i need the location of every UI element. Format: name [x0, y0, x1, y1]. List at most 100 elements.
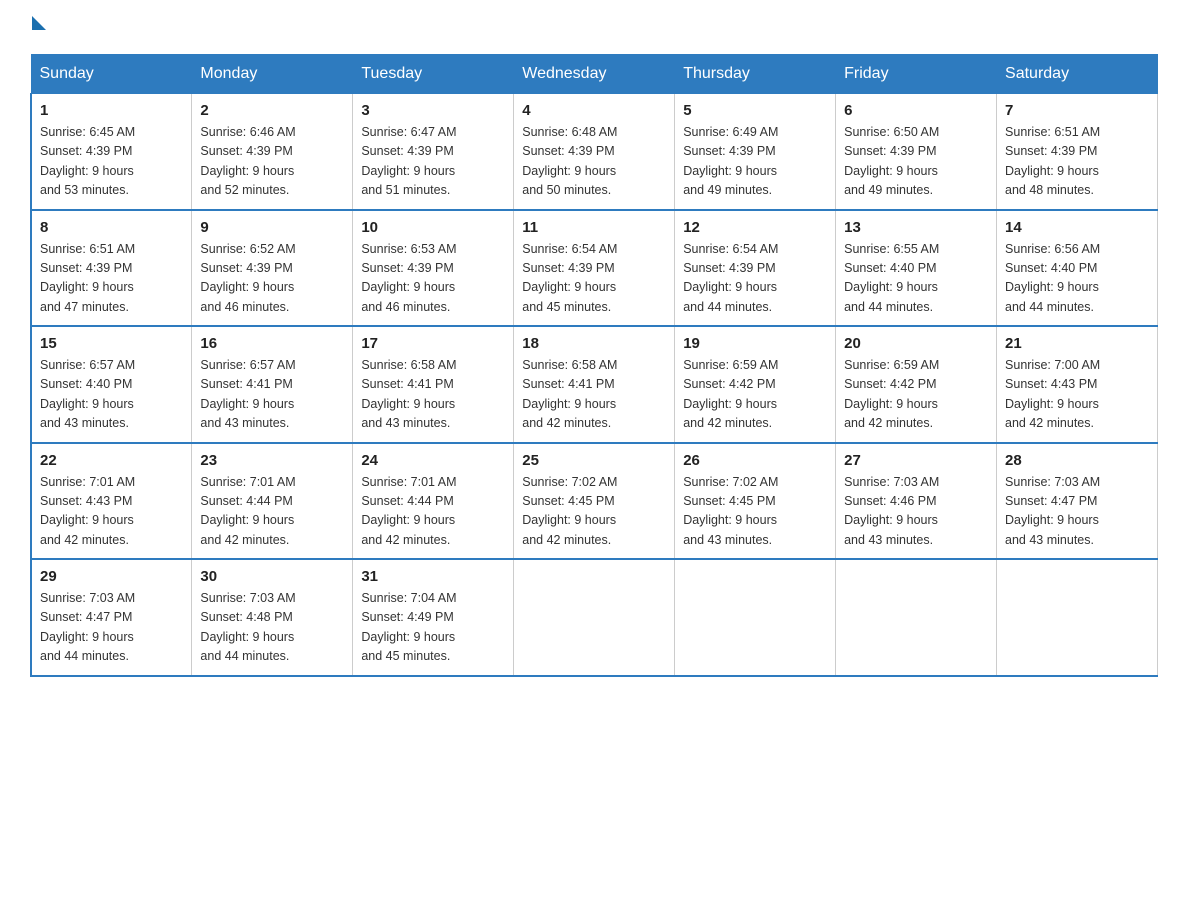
- day-number: 20: [844, 335, 988, 352]
- calendar-cell: 11 Sunrise: 6:54 AMSunset: 4:39 PMDaylig…: [514, 210, 675, 327]
- day-info: Sunrise: 7:03 AMSunset: 4:47 PMDaylight:…: [1005, 473, 1149, 551]
- calendar-header-row: SundayMondayTuesdayWednesdayThursdayFrid…: [31, 55, 1158, 94]
- calendar-cell: 24 Sunrise: 7:01 AMSunset: 4:44 PMDaylig…: [353, 443, 514, 560]
- calendar-cell: [836, 559, 997, 676]
- day-number: 5: [683, 102, 827, 119]
- calendar-cell: 23 Sunrise: 7:01 AMSunset: 4:44 PMDaylig…: [192, 443, 353, 560]
- day-number: 15: [40, 335, 183, 352]
- col-header-monday: Monday: [192, 55, 353, 94]
- calendar-week-row: 22 Sunrise: 7:01 AMSunset: 4:43 PMDaylig…: [31, 443, 1158, 560]
- day-info: Sunrise: 6:50 AMSunset: 4:39 PMDaylight:…: [844, 123, 988, 201]
- day-number: 29: [40, 568, 183, 585]
- col-header-thursday: Thursday: [675, 55, 836, 94]
- calendar-cell: 29 Sunrise: 7:03 AMSunset: 4:47 PMDaylig…: [31, 559, 192, 676]
- day-info: Sunrise: 6:47 AMSunset: 4:39 PMDaylight:…: [361, 123, 505, 201]
- day-number: 4: [522, 102, 666, 119]
- calendar-cell: 13 Sunrise: 6:55 AMSunset: 4:40 PMDaylig…: [836, 210, 997, 327]
- calendar-cell: 14 Sunrise: 6:56 AMSunset: 4:40 PMDaylig…: [997, 210, 1158, 327]
- day-number: 24: [361, 452, 505, 469]
- day-info: Sunrise: 6:51 AMSunset: 4:39 PMDaylight:…: [1005, 123, 1149, 201]
- day-number: 23: [200, 452, 344, 469]
- calendar-cell: [997, 559, 1158, 676]
- day-number: 3: [361, 102, 505, 119]
- calendar-cell: 20 Sunrise: 6:59 AMSunset: 4:42 PMDaylig…: [836, 326, 997, 443]
- calendar-cell: 8 Sunrise: 6:51 AMSunset: 4:39 PMDayligh…: [31, 210, 192, 327]
- calendar-cell: 15 Sunrise: 6:57 AMSunset: 4:40 PMDaylig…: [31, 326, 192, 443]
- day-number: 19: [683, 335, 827, 352]
- day-number: 25: [522, 452, 666, 469]
- calendar-cell: 28 Sunrise: 7:03 AMSunset: 4:47 PMDaylig…: [997, 443, 1158, 560]
- col-header-saturday: Saturday: [997, 55, 1158, 94]
- calendar-cell: 21 Sunrise: 7:00 AMSunset: 4:43 PMDaylig…: [997, 326, 1158, 443]
- day-number: 27: [844, 452, 988, 469]
- calendar-cell: [514, 559, 675, 676]
- day-info: Sunrise: 7:03 AMSunset: 4:46 PMDaylight:…: [844, 473, 988, 551]
- day-info: Sunrise: 7:01 AMSunset: 4:44 PMDaylight:…: [200, 473, 344, 551]
- day-info: Sunrise: 7:04 AMSunset: 4:49 PMDaylight:…: [361, 589, 505, 667]
- calendar-cell: 19 Sunrise: 6:59 AMSunset: 4:42 PMDaylig…: [675, 326, 836, 443]
- day-number: 8: [40, 219, 183, 236]
- calendar-cell: 26 Sunrise: 7:02 AMSunset: 4:45 PMDaylig…: [675, 443, 836, 560]
- calendar-cell: 7 Sunrise: 6:51 AMSunset: 4:39 PMDayligh…: [997, 94, 1158, 210]
- day-info: Sunrise: 7:01 AMSunset: 4:43 PMDaylight:…: [40, 473, 183, 551]
- logo-triangle-icon: [32, 16, 46, 30]
- calendar-table: SundayMondayTuesdayWednesdayThursdayFrid…: [30, 54, 1158, 677]
- day-info: Sunrise: 6:52 AMSunset: 4:39 PMDaylight:…: [200, 240, 344, 318]
- day-info: Sunrise: 6:54 AMSunset: 4:39 PMDaylight:…: [522, 240, 666, 318]
- day-info: Sunrise: 6:49 AMSunset: 4:39 PMDaylight:…: [683, 123, 827, 201]
- day-number: 7: [1005, 102, 1149, 119]
- day-info: Sunrise: 7:00 AMSunset: 4:43 PMDaylight:…: [1005, 356, 1149, 434]
- calendar-week-row: 8 Sunrise: 6:51 AMSunset: 4:39 PMDayligh…: [31, 210, 1158, 327]
- calendar-cell: 31 Sunrise: 7:04 AMSunset: 4:49 PMDaylig…: [353, 559, 514, 676]
- calendar-cell: 1 Sunrise: 6:45 AMSunset: 4:39 PMDayligh…: [31, 94, 192, 210]
- day-info: Sunrise: 6:57 AMSunset: 4:40 PMDaylight:…: [40, 356, 183, 434]
- calendar-cell: 30 Sunrise: 7:03 AMSunset: 4:48 PMDaylig…: [192, 559, 353, 676]
- logo: [30, 20, 46, 34]
- day-number: 16: [200, 335, 344, 352]
- col-header-tuesday: Tuesday: [353, 55, 514, 94]
- day-number: 12: [683, 219, 827, 236]
- day-number: 22: [40, 452, 183, 469]
- page-header: [30, 20, 1158, 34]
- calendar-cell: 9 Sunrise: 6:52 AMSunset: 4:39 PMDayligh…: [192, 210, 353, 327]
- day-info: Sunrise: 6:59 AMSunset: 4:42 PMDaylight:…: [683, 356, 827, 434]
- calendar-cell: 3 Sunrise: 6:47 AMSunset: 4:39 PMDayligh…: [353, 94, 514, 210]
- calendar-cell: 5 Sunrise: 6:49 AMSunset: 4:39 PMDayligh…: [675, 94, 836, 210]
- day-number: 18: [522, 335, 666, 352]
- col-header-friday: Friday: [836, 55, 997, 94]
- day-info: Sunrise: 6:48 AMSunset: 4:39 PMDaylight:…: [522, 123, 666, 201]
- day-info: Sunrise: 6:54 AMSunset: 4:39 PMDaylight:…: [683, 240, 827, 318]
- calendar-cell: 22 Sunrise: 7:01 AMSunset: 4:43 PMDaylig…: [31, 443, 192, 560]
- day-number: 2: [200, 102, 344, 119]
- calendar-cell: 16 Sunrise: 6:57 AMSunset: 4:41 PMDaylig…: [192, 326, 353, 443]
- day-info: Sunrise: 6:57 AMSunset: 4:41 PMDaylight:…: [200, 356, 344, 434]
- calendar-cell: 4 Sunrise: 6:48 AMSunset: 4:39 PMDayligh…: [514, 94, 675, 210]
- day-info: Sunrise: 6:56 AMSunset: 4:40 PMDaylight:…: [1005, 240, 1149, 318]
- day-number: 14: [1005, 219, 1149, 236]
- day-info: Sunrise: 7:01 AMSunset: 4:44 PMDaylight:…: [361, 473, 505, 551]
- col-header-sunday: Sunday: [31, 55, 192, 94]
- day-number: 10: [361, 219, 505, 236]
- calendar-cell: 25 Sunrise: 7:02 AMSunset: 4:45 PMDaylig…: [514, 443, 675, 560]
- day-number: 9: [200, 219, 344, 236]
- day-number: 30: [200, 568, 344, 585]
- day-number: 11: [522, 219, 666, 236]
- day-number: 17: [361, 335, 505, 352]
- day-info: Sunrise: 6:46 AMSunset: 4:39 PMDaylight:…: [200, 123, 344, 201]
- day-number: 13: [844, 219, 988, 236]
- calendar-cell: 6 Sunrise: 6:50 AMSunset: 4:39 PMDayligh…: [836, 94, 997, 210]
- day-info: Sunrise: 6:51 AMSunset: 4:39 PMDaylight:…: [40, 240, 183, 318]
- calendar-cell: 2 Sunrise: 6:46 AMSunset: 4:39 PMDayligh…: [192, 94, 353, 210]
- calendar-cell: 10 Sunrise: 6:53 AMSunset: 4:39 PMDaylig…: [353, 210, 514, 327]
- day-number: 21: [1005, 335, 1149, 352]
- day-number: 31: [361, 568, 505, 585]
- calendar-cell: 12 Sunrise: 6:54 AMSunset: 4:39 PMDaylig…: [675, 210, 836, 327]
- calendar-cell: 18 Sunrise: 6:58 AMSunset: 4:41 PMDaylig…: [514, 326, 675, 443]
- col-header-wednesday: Wednesday: [514, 55, 675, 94]
- day-number: 26: [683, 452, 827, 469]
- day-info: Sunrise: 6:45 AMSunset: 4:39 PMDaylight:…: [40, 123, 183, 201]
- day-info: Sunrise: 7:02 AMSunset: 4:45 PMDaylight:…: [522, 473, 666, 551]
- day-number: 6: [844, 102, 988, 119]
- day-info: Sunrise: 6:58 AMSunset: 4:41 PMDaylight:…: [361, 356, 505, 434]
- day-info: Sunrise: 6:53 AMSunset: 4:39 PMDaylight:…: [361, 240, 505, 318]
